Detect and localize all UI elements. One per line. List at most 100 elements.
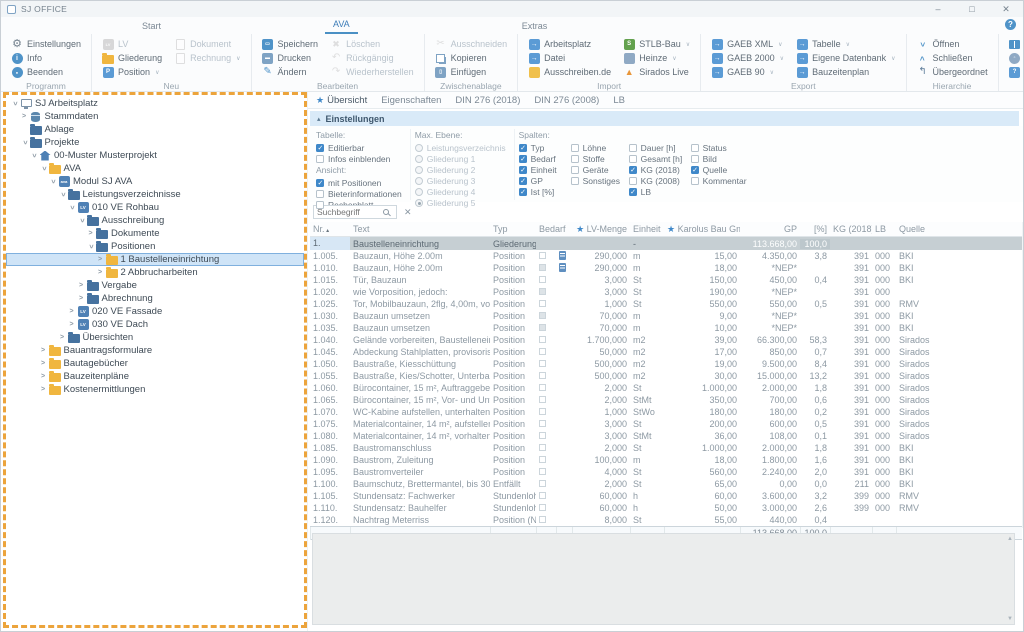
search-icon[interactable] <box>383 209 389 215</box>
column-header-ep[interactable]: ★ Karolus Bau GmbH & Co. KG <box>664 224 740 235</box>
column-header-quelle[interactable]: Quelle <box>896 224 936 234</box>
table-row[interactable]: 1.020.wie Vorposition, jedoch:Position3,… <box>310 286 1022 298</box>
checkbox-status[interactable] <box>691 144 699 152</box>
bedarf-checkbox[interactable] <box>539 276 546 283</box>
column-header-text[interactable]: Text <box>350 224 490 234</box>
support-button[interactable]: ◦Support <box>1005 51 1024 65</box>
checkbox-stoffe[interactable] <box>571 155 579 163</box>
tree-expander-icon[interactable]: > <box>86 230 95 237</box>
table-row[interactable]: 1.010.Bauzaun, Höhe 2.00mPosition290,000… <box>310 262 1022 274</box>
table-row[interactable]: 1.045.Abdeckung Stahlplatten, provisoris… <box>310 346 1022 358</box>
tab-din-276-2008[interactable]: DIN 276 (2008) <box>534 95 599 106</box>
stlb-bau-button[interactable]: SSTLB-Bau∨ <box>619 37 694 51</box>
bedarf-checkbox[interactable] <box>539 252 546 259</box>
checkbox-dauer-h[interactable] <box>629 144 637 152</box>
kopieren-button[interactable]: Kopieren <box>431 51 512 65</box>
tree-item-bauantragsformulare[interactable]: >Bauantragsformulare <box>6 344 304 357</box>
tree-item-bauzeitenpläne[interactable]: >Bauzeitenpläne <box>6 370 304 383</box>
tab-din-276-2018[interactable]: DIN 276 (2018) <box>455 95 520 106</box>
bedarf-checkbox[interactable] <box>539 432 546 439</box>
einfügen-button[interactable]: ▯Einfügen <box>431 65 512 79</box>
tree-expander-icon[interactable]: > <box>39 347 48 354</box>
column-header-kg[interactable]: KG (2018) <box>830 224 872 234</box>
table-row[interactable]: 1.110.Stundensatz: BauhelferStundenlohn6… <box>310 502 1022 514</box>
table-row[interactable]: 1.080.Materialcontainer, 14 m², vorhalte… <box>310 430 1022 442</box>
ändern-button[interactable]: ✎Ändern <box>258 65 323 79</box>
tree-expander-icon[interactable]: > <box>30 151 37 160</box>
table-row[interactable]: 1.095.BaustromverteilerPosition4,000St56… <box>310 466 1022 478</box>
clear-search-icon[interactable]: ✕ <box>402 207 414 218</box>
ribbon-tab-ava[interactable]: AVA <box>325 17 358 34</box>
bedarf-checkbox[interactable] <box>539 372 546 379</box>
tree-item-020-ve-fassade[interactable]: >LV020 VE Fassade <box>6 305 304 318</box>
bedarf-checkbox[interactable] <box>539 468 546 475</box>
checkbox-geräte[interactable] <box>571 166 579 174</box>
tree-item-ava[interactable]: >AVA <box>6 162 304 175</box>
bedarf-checkbox[interactable] <box>539 336 546 343</box>
tree-expander-icon[interactable]: > <box>40 164 47 173</box>
tree-expander-icon[interactable]: > <box>11 99 18 108</box>
checkbox-gp[interactable] <box>519 177 527 185</box>
tree-expander-icon[interactable]: > <box>59 190 66 199</box>
checkbox-typ[interactable] <box>519 144 527 152</box>
bedarf-checkbox[interactable] <box>539 300 546 307</box>
checkbox-gesamt-h[interactable] <box>629 155 637 163</box>
table-row[interactable]: 1.050.Baustraße, KiesschüttungPosition50… <box>310 358 1022 370</box>
bedarf-checkbox[interactable] <box>539 324 546 331</box>
table-row[interactable]: 1.100.Baumschutz, Brettermantel, bis 30c… <box>310 478 1022 490</box>
tree-expander-icon[interactable]: > <box>20 113 29 120</box>
ribbon-tab-start[interactable]: Start <box>134 19 169 34</box>
tree-expander-icon[interactable]: > <box>39 360 48 367</box>
column-header-einheit[interactable]: Einheit <box>630 224 664 234</box>
bedarf-checkbox[interactable] <box>539 480 546 487</box>
settings-header[interactable]: ▴ Einstellungen <box>310 111 1019 126</box>
checkbox-lb[interactable] <box>629 188 637 196</box>
tree-expander-icon[interactable]: > <box>67 321 76 328</box>
table-row[interactable]: 1.120.Nachtrag MeterrissPosition (N)8,00… <box>310 514 1022 526</box>
bedarf-checkbox[interactable] <box>539 456 546 463</box>
close-button[interactable]: ✕ <box>989 1 1023 17</box>
checkbox-editierbar[interactable] <box>316 144 324 152</box>
tree-item-1-baustelleneinrichtung[interactable]: >1 Baustelleneinrichtung <box>6 253 304 266</box>
drucken-button[interactable]: ▬Drucken <box>258 51 323 65</box>
gliederung-button[interactable]: Gliederung <box>98 51 166 65</box>
tree-expander-icon[interactable]: > <box>21 138 28 147</box>
tree-item-leistungsverzeichnisse[interactable]: >Leistungsverzeichnisse <box>6 188 304 201</box>
long-text-pane[interactable]: ▲ ▼ <box>312 533 1015 625</box>
speichern-button[interactable]: ▭Speichern <box>258 37 323 51</box>
checkbox-sonstiges[interactable] <box>571 177 579 185</box>
bedarf-checkbox[interactable] <box>539 492 546 499</box>
checkbox-einheit[interactable] <box>519 166 527 174</box>
checkbox-quelle[interactable] <box>691 166 699 174</box>
tree-expander-icon[interactable]: > <box>49 177 56 186</box>
tabelle-button[interactable]: →Tabelle∨ <box>792 37 899 51</box>
tree-item-sj-arbeitsplatz[interactable]: >SJ Arbeitsplatz <box>6 97 304 110</box>
bedarf-checkbox[interactable] <box>539 516 546 523</box>
bedarf-checkbox[interactable] <box>539 348 546 355</box>
tree-item-kostenermittlungen[interactable]: >Kostenermittlungen <box>6 383 304 396</box>
tree-expander-icon[interactable]: > <box>77 282 86 289</box>
scroll-up-icon[interactable]: ▲ <box>1007 536 1013 542</box>
tree-item-übersichten[interactable]: >Übersichten <box>6 331 304 344</box>
tree-item-modul-sj-ava[interactable]: >avaModul SJ AVA <box>6 175 304 188</box>
column-header-typ[interactable]: Typ <box>490 224 536 234</box>
tree-item-00-muster-musterprojekt[interactable]: >00-Muster Musterprojekt <box>6 149 304 162</box>
heinze-button[interactable]: Heinze∨ <box>619 51 694 65</box>
datei-button[interactable]: →Datei <box>524 51 615 65</box>
bedarf-checkbox[interactable] <box>539 420 546 427</box>
ausschreiben-de-button[interactable]: Ausschreiben.de <box>524 65 615 79</box>
table-row[interactable]: 1.015.Tür, BauzaunPosition3,000St150,004… <box>310 274 1022 286</box>
table-row[interactable]: 1.025.Tor, Mobilbauzaun, 2flg, 4,00m, vo… <box>310 298 1022 310</box>
tree-expander-icon[interactable]: > <box>39 373 48 380</box>
arbeitsplatz-button[interactable]: →Arbeitsplatz <box>524 37 615 51</box>
checkbox-löhne[interactable] <box>571 144 579 152</box>
help-icon[interactable]: ? <box>1005 19 1016 30</box>
table-row[interactable]: 1.075.Materialcontainer, 14 m², aufstell… <box>310 418 1022 430</box>
checkbox-ist[interactable] <box>519 188 527 196</box>
info-button[interactable]: iInfo <box>7 51 85 65</box>
tab-eigenschaften[interactable]: Eigenschaften <box>381 95 441 106</box>
table-row[interactable]: 1.035.Bauzaun umsetzenPosition70,000m10,… <box>310 322 1022 334</box>
tree-item-ausschreibung[interactable]: >Ausschreibung <box>6 214 304 227</box>
table-group-row[interactable]: 1.BaustelleneinrichtungGliederung-113.66… <box>310 237 1022 250</box>
checkbox-bild[interactable] <box>691 155 699 163</box>
